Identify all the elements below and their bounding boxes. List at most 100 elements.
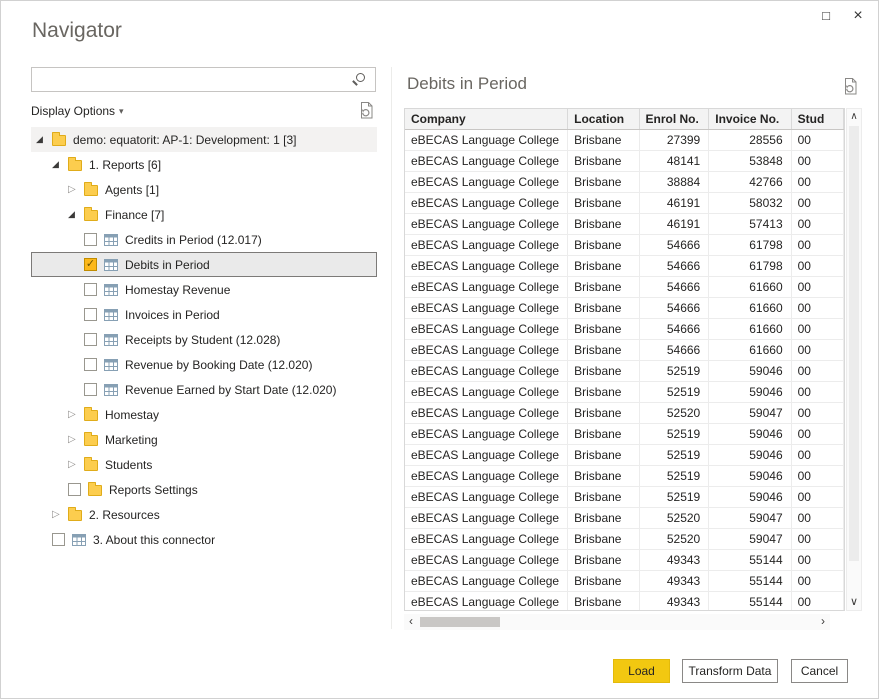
item-checkbox[interactable]: ✓ — [84, 258, 97, 271]
collapse-arrow-icon[interactable]: ▷ — [68, 185, 84, 195]
item-checkbox[interactable] — [68, 483, 81, 496]
table-cell: eBECAS Language College — [405, 423, 568, 444]
table-cell: Brisbane — [568, 360, 639, 381]
table-cell: eBECAS Language College — [405, 171, 568, 192]
tree-item-label: demo: equatorit: AP-1: Development: 1 [3… — [73, 133, 296, 147]
table-row: eBECAS Language CollegeBrisbane546666166… — [405, 339, 844, 360]
table-cell: 61798 — [709, 255, 791, 276]
tree-item[interactable]: ◢1. Reports [6] — [31, 152, 377, 177]
column-header[interactable]: Invoice No. — [709, 109, 791, 129]
display-options-dropdown[interactable]: Display Options▾ — [31, 101, 124, 121]
table-cell: 00 — [791, 507, 843, 528]
table-cell: eBECAS Language College — [405, 192, 568, 213]
item-checkbox[interactable] — [84, 383, 97, 396]
expand-arrow-icon[interactable]: ◢ — [52, 160, 68, 169]
table-cell: Brisbane — [568, 171, 639, 192]
item-checkbox[interactable] — [84, 358, 97, 371]
tree-item[interactable]: Revenue by Booking Date (12.020) — [31, 352, 377, 377]
search-box[interactable] — [31, 67, 376, 92]
tree-item[interactable]: ▷Marketing — [31, 427, 377, 452]
search-input[interactable] — [32, 68, 352, 91]
table-icon — [72, 534, 86, 546]
load-button[interactable]: Load — [613, 659, 670, 683]
table-cell: 55144 — [709, 549, 791, 570]
table-cell: 59046 — [709, 423, 791, 444]
table-cell: 59046 — [709, 444, 791, 465]
expand-arrow-icon[interactable]: ◢ — [36, 135, 52, 144]
tree-item[interactable]: ▷2. Resources — [31, 502, 377, 527]
table-cell: eBECAS Language College — [405, 507, 568, 528]
tree-item[interactable]: Homestay Revenue — [31, 277, 377, 302]
table-cell: 00 — [791, 171, 843, 192]
horizontal-scrollbar[interactable]: ‹ › — [404, 614, 830, 630]
tree-item[interactable]: ◢Finance [7] — [31, 202, 377, 227]
column-header[interactable]: Stud — [791, 109, 843, 129]
scroll-right-icon[interactable]: › — [816, 614, 830, 630]
tree-item[interactable]: Credits in Period (12.017) — [31, 227, 377, 252]
item-checkbox[interactable] — [84, 233, 97, 246]
table-cell: 00 — [791, 402, 843, 423]
tree-item[interactable]: Receipts by Student (12.028) — [31, 327, 377, 352]
table-cell: 00 — [791, 339, 843, 360]
tree-item-label: Agents [1] — [105, 183, 159, 197]
refresh-list-icon[interactable] — [358, 101, 375, 120]
table-cell: 54666 — [639, 318, 709, 339]
collapse-arrow-icon[interactable]: ▷ — [68, 460, 84, 470]
item-checkbox[interactable] — [84, 308, 97, 321]
table-cell: Brisbane — [568, 381, 639, 402]
item-checkbox[interactable] — [84, 283, 97, 296]
item-checkbox[interactable] — [52, 533, 65, 546]
table-row: eBECAS Language CollegeBrisbane546666179… — [405, 255, 844, 276]
table-icon — [104, 359, 118, 371]
tree-item[interactable]: 3. About this connector — [31, 527, 377, 552]
tree-item[interactable]: ▷Students — [31, 452, 377, 477]
table-cell: 52520 — [639, 507, 709, 528]
table-cell: Brisbane — [568, 423, 639, 444]
refresh-preview-icon[interactable] — [842, 77, 859, 96]
collapse-arrow-icon[interactable]: ▷ — [68, 435, 84, 445]
expand-arrow-icon[interactable]: ◢ — [68, 210, 84, 219]
close-button[interactable]: × — [844, 5, 872, 27]
scroll-up-icon[interactable]: ∧ — [847, 110, 861, 124]
table-cell: 52519 — [639, 444, 709, 465]
item-checkbox[interactable] — [84, 333, 97, 346]
tree-item[interactable]: Revenue Earned by Start Date (12.020) — [31, 377, 377, 402]
table-cell: eBECAS Language College — [405, 129, 568, 150]
transform-data-button[interactable]: Transform Data — [682, 659, 778, 683]
table-cell: 52520 — [639, 402, 709, 423]
preview-header-row: CompanyLocationEnrol No.Invoice No.Stud — [405, 109, 844, 129]
search-icon[interactable] — [356, 73, 365, 82]
table-cell: 54666 — [639, 339, 709, 360]
scroll-left-icon[interactable]: ‹ — [404, 614, 418, 630]
scroll-down-icon[interactable]: ∨ — [847, 595, 861, 609]
table-cell: 54666 — [639, 276, 709, 297]
table-cell: Brisbane — [568, 150, 639, 171]
folder-icon — [84, 410, 98, 421]
table-cell: Brisbane — [568, 528, 639, 549]
table-cell: Brisbane — [568, 591, 639, 611]
collapse-arrow-icon[interactable]: ▷ — [52, 510, 68, 520]
tree-item[interactable]: ▷Homestay — [31, 402, 377, 427]
column-header[interactable]: Enrol No. — [639, 109, 709, 129]
tree-item-label: Invoices in Period — [125, 308, 220, 322]
tree-item[interactable]: ▷ Agents [1] — [31, 177, 377, 202]
minimize-button[interactable]: □ — [812, 5, 840, 27]
tree-item[interactable]: Invoices in Period — [31, 302, 377, 327]
table-cell: Brisbane — [568, 255, 639, 276]
table-cell: 55144 — [709, 570, 791, 591]
tree-item[interactable]: ✓Debits in Period — [31, 252, 377, 277]
tree-item[interactable]: ◢ demo: equatorit: AP-1: Development: 1 [… — [31, 127, 377, 152]
panel-divider — [391, 67, 392, 629]
column-header[interactable]: Location — [568, 109, 639, 129]
table-cell: 00 — [791, 318, 843, 339]
horizontal-scroll-thumb[interactable] — [420, 617, 500, 627]
column-header[interactable]: Company — [405, 109, 568, 129]
tree-item[interactable]: Reports Settings — [31, 477, 377, 502]
vertical-scroll-thumb[interactable] — [849, 126, 859, 561]
vertical-scrollbar[interactable]: ∧ ∨ — [846, 108, 862, 611]
cancel-button[interactable]: Cancel — [791, 659, 848, 683]
collapse-arrow-icon[interactable]: ▷ — [68, 410, 84, 420]
dialog-title: Navigator — [32, 19, 122, 43]
table-cell: Brisbane — [568, 213, 639, 234]
navigator-tree: ◢ demo: equatorit: AP-1: Development: 1 [… — [31, 127, 377, 552]
